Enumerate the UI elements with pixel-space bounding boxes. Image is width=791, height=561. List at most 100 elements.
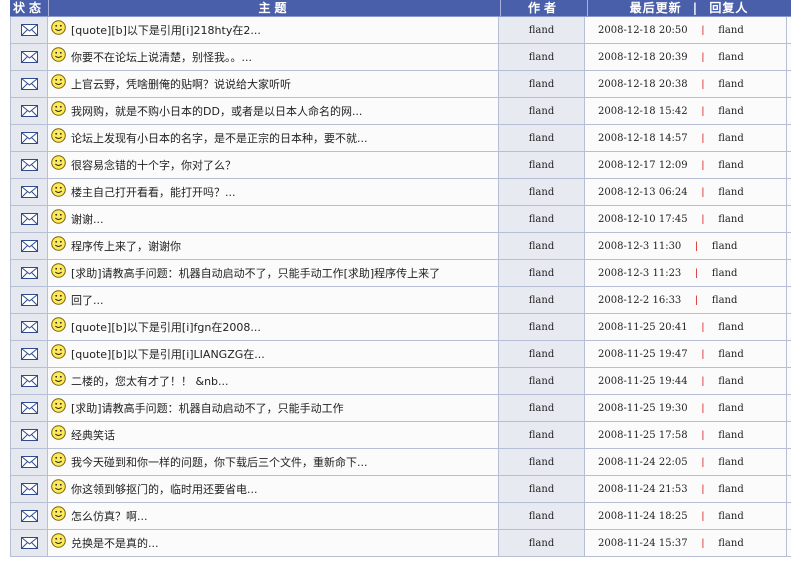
separator: | [701,429,705,441]
table-row: 上官云野，凭啥删俺的贴啊？说说给大家听听 fland 2008-12-18 20… [10,71,791,98]
last-reply-label: 回复人 [709,1,749,15]
last-reply-user-link[interactable]: fland [712,268,737,279]
thread-title-link[interactable]: 楼主自己打开看看，能打开吗？... [71,184,236,200]
author-link[interactable]: fland [529,538,554,549]
last-reply-user-link[interactable]: fland [718,376,743,387]
last-update-time: 2008-12-18 15:42 [598,105,688,117]
topic-cell: 论坛上发现有小日本的名字，是不是正宗的日本种，要不就... [48,125,499,151]
last-update-cell: 2008-11-24 21:53 | fland [585,476,787,502]
topic-cell: 你这领到够抠门的，临时用还要省电... [48,476,499,502]
last-reply-user-link[interactable]: fland [712,295,737,306]
thread-title-link[interactable]: [quote][b]以下是引用[i]218hty在2... [71,22,261,38]
table-row: [求助]请教高手问题：机器自动启动不了，只能手动工作 fland 2008-11… [10,395,791,422]
thread-title-link[interactable]: 你这领到够抠门的，临时用还要省电... [71,481,258,497]
last-reply-user-link[interactable]: fland [718,322,743,333]
last-reply-user-link[interactable]: fland [712,241,737,252]
status-cell [10,449,48,475]
thread-title-link[interactable]: [求助]请教高手问题：机器自动启动不了，只能手动工作 [71,400,344,416]
separator: | [701,456,705,468]
thread-title-link[interactable]: [quote][b]以下是引用[i]fgn在2008... [71,319,261,335]
last-reply-user-link[interactable]: fland [718,160,743,171]
last-reply-user-link[interactable]: fland [718,430,743,441]
author-link[interactable]: fland [529,133,554,144]
author-cell: fland [499,503,585,529]
thread-title-link[interactable]: 谢谢... [71,211,104,227]
last-reply-user-link[interactable]: fland [718,511,743,522]
author-link[interactable]: fland [529,79,554,90]
topic-cell: 我网购，就是不购小日本的DD，或者是以日本人命名的网... [48,98,499,124]
last-reply-user-link[interactable]: fland [718,457,743,468]
last-reply-user-link[interactable]: fland [718,133,743,144]
author-link[interactable]: fland [529,349,554,360]
author-link[interactable]: fland [529,295,554,306]
topic-cell: [quote][b]以下是引用[i]fgn在2008... [48,314,499,340]
last-update-cell: 2008-11-25 19:44 | fland [585,368,787,394]
separator: | [701,348,705,360]
thread-title-link[interactable]: 兑换是不是真的... [71,535,159,551]
last-update-time: 2008-12-3 11:23 [598,267,682,279]
thread-title-link[interactable]: [quote][b]以下是引用[i]LIANGZG在... [71,346,265,362]
last-update-cell: 2008-12-18 20:38 | fland [585,71,787,97]
last-reply-user-link[interactable]: fland [718,106,743,117]
thread-title-link[interactable]: 怎么仿真？啊... [71,508,148,524]
author-cell: fland [499,179,585,205]
thread-title-link[interactable]: 经典笑话 [71,427,115,443]
last-reply-user-link[interactable]: fland [718,484,743,495]
author-link[interactable]: fland [529,214,554,225]
last-update-time: 2008-12-17 12:09 [598,159,688,171]
last-reply-user-link[interactable]: fland [718,25,743,36]
last-reply-user-link[interactable]: fland [718,79,743,90]
thread-title-link[interactable]: 论坛上发现有小日本的名字，是不是正宗的日本种，要不就... [71,130,368,146]
author-cell: fland [499,368,585,394]
envelope-icon [20,78,38,90]
last-reply-user-link[interactable]: fland [718,403,743,414]
author-link[interactable]: fland [529,268,554,279]
author-link[interactable]: fland [529,376,554,387]
author-cell: fland [499,476,585,502]
separator: | [701,402,705,414]
topic-cell: 楼主自己打开看看，能打开吗？... [48,179,499,205]
author-link[interactable]: fland [529,322,554,333]
author-cell: fland [499,314,585,340]
status-cell [10,179,48,205]
thread-title-link[interactable]: 程序传上来了，谢谢你 [71,238,181,254]
thread-title-link[interactable]: 你要不在论坛上说清楚，别怪我。。... [71,49,252,65]
last-reply-user-link[interactable]: fland [718,52,743,63]
envelope-icon [20,213,38,225]
envelope-icon [20,24,38,36]
last-reply-user-link[interactable]: fland [718,214,743,225]
thread-title-link[interactable]: 二楼的，您太有才了！！ &nb... [71,373,229,389]
last-reply-user-link[interactable]: fland [718,349,743,360]
thread-title-link[interactable]: 我今天碰到和你一样的问题，你下载后三个文件，重新命下... [71,454,368,470]
envelope-icon [20,402,38,414]
envelope-icon [20,51,38,63]
thread-title-link[interactable]: 很容易念错的十个字，你对了么？ [71,157,236,173]
author-cell: fland [499,206,585,232]
table-row: 经典笑话 fland 2008-11-25 17:58 | fland [10,422,791,449]
author-cell: fland [499,395,585,421]
thread-title-link[interactable]: 回了... [71,292,104,308]
smiley-icon [51,424,66,440]
author-link[interactable]: fland [529,241,554,252]
author-cell: fland [499,422,585,448]
author-link[interactable]: fland [529,403,554,414]
author-link[interactable]: fland [529,484,554,495]
author-link[interactable]: fland [529,52,554,63]
author-link[interactable]: fland [529,187,554,198]
author-link[interactable]: fland [529,25,554,36]
last-update-time: 2008-12-10 17:45 [598,213,688,225]
author-link[interactable]: fland [529,511,554,522]
last-reply-user-link[interactable]: fland [718,538,743,549]
status-cell [10,17,48,43]
author-link[interactable]: fland [529,106,554,117]
author-link[interactable]: fland [529,457,554,468]
thread-title-link[interactable]: [求助]请教高手问题：机器自动启动不了，只能手动工作[求助]程序传上来了 [71,265,440,281]
author-link[interactable]: fland [529,430,554,441]
last-update-time: 2008-12-18 20:39 [598,51,688,63]
last-reply-user-link[interactable]: fland [718,187,743,198]
thread-title-link[interactable]: 上官云野，凭啥删俺的贴啊？说说给大家听听 [71,76,291,92]
last-update-time: 2008-11-25 20:41 [598,321,688,333]
status-cell [10,44,48,70]
thread-title-link[interactable]: 我网购，就是不购小日本的DD，或者是以日本人命名的网... [71,103,362,119]
author-link[interactable]: fland [529,160,554,171]
